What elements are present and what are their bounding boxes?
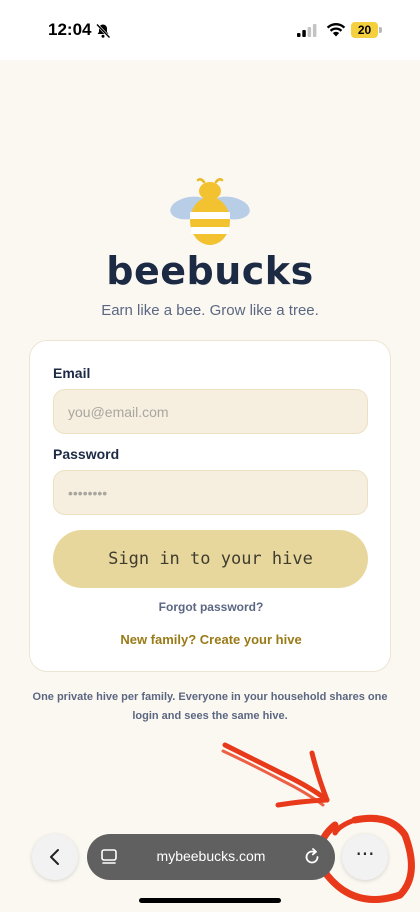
login-card: Email Password Sign in to your hive Forg… — [29, 340, 391, 672]
wifi-icon — [326, 22, 346, 37]
home-indicator — [139, 898, 281, 903]
bee-icon — [170, 178, 250, 245]
brand-tagline: Earn like a bee. Grow like a tree. — [101, 302, 319, 319]
bell-slash-icon — [96, 23, 111, 39]
create-hive-link[interactable]: New family? Create your hive — [30, 632, 392, 647]
url-text[interactable]: mybeebucks.com — [87, 848, 335, 864]
battery-cap — [379, 27, 382, 33]
footnote: One private hive per family. Everyone in… — [32, 691, 388, 722]
email-label: Email — [53, 365, 91, 381]
password-field[interactable] — [53, 470, 368, 515]
status-bar: 12:04 20 — [0, 0, 420, 60]
password-label: Password — [53, 446, 120, 462]
back-button[interactable] — [32, 834, 78, 880]
status-time: 12:04 — [48, 20, 92, 39]
brand-name: beebucks — [106, 249, 314, 293]
chevron-left-icon — [50, 849, 59, 865]
forgot-password-link[interactable]: Forgot password? — [30, 600, 392, 614]
reload-icon[interactable] — [302, 847, 322, 867]
annotation-arrow-circle — [221, 742, 415, 903]
address-bar[interactable]: mybeebucks.com — [87, 834, 335, 880]
more-options-button[interactable]: ··· — [342, 834, 388, 880]
battery-indicator: 20 — [351, 22, 378, 38]
email-field[interactable] — [53, 389, 368, 434]
sign-in-button[interactable]: Sign in to your hive — [53, 530, 368, 588]
cellular-signal-icon — [297, 24, 317, 37]
